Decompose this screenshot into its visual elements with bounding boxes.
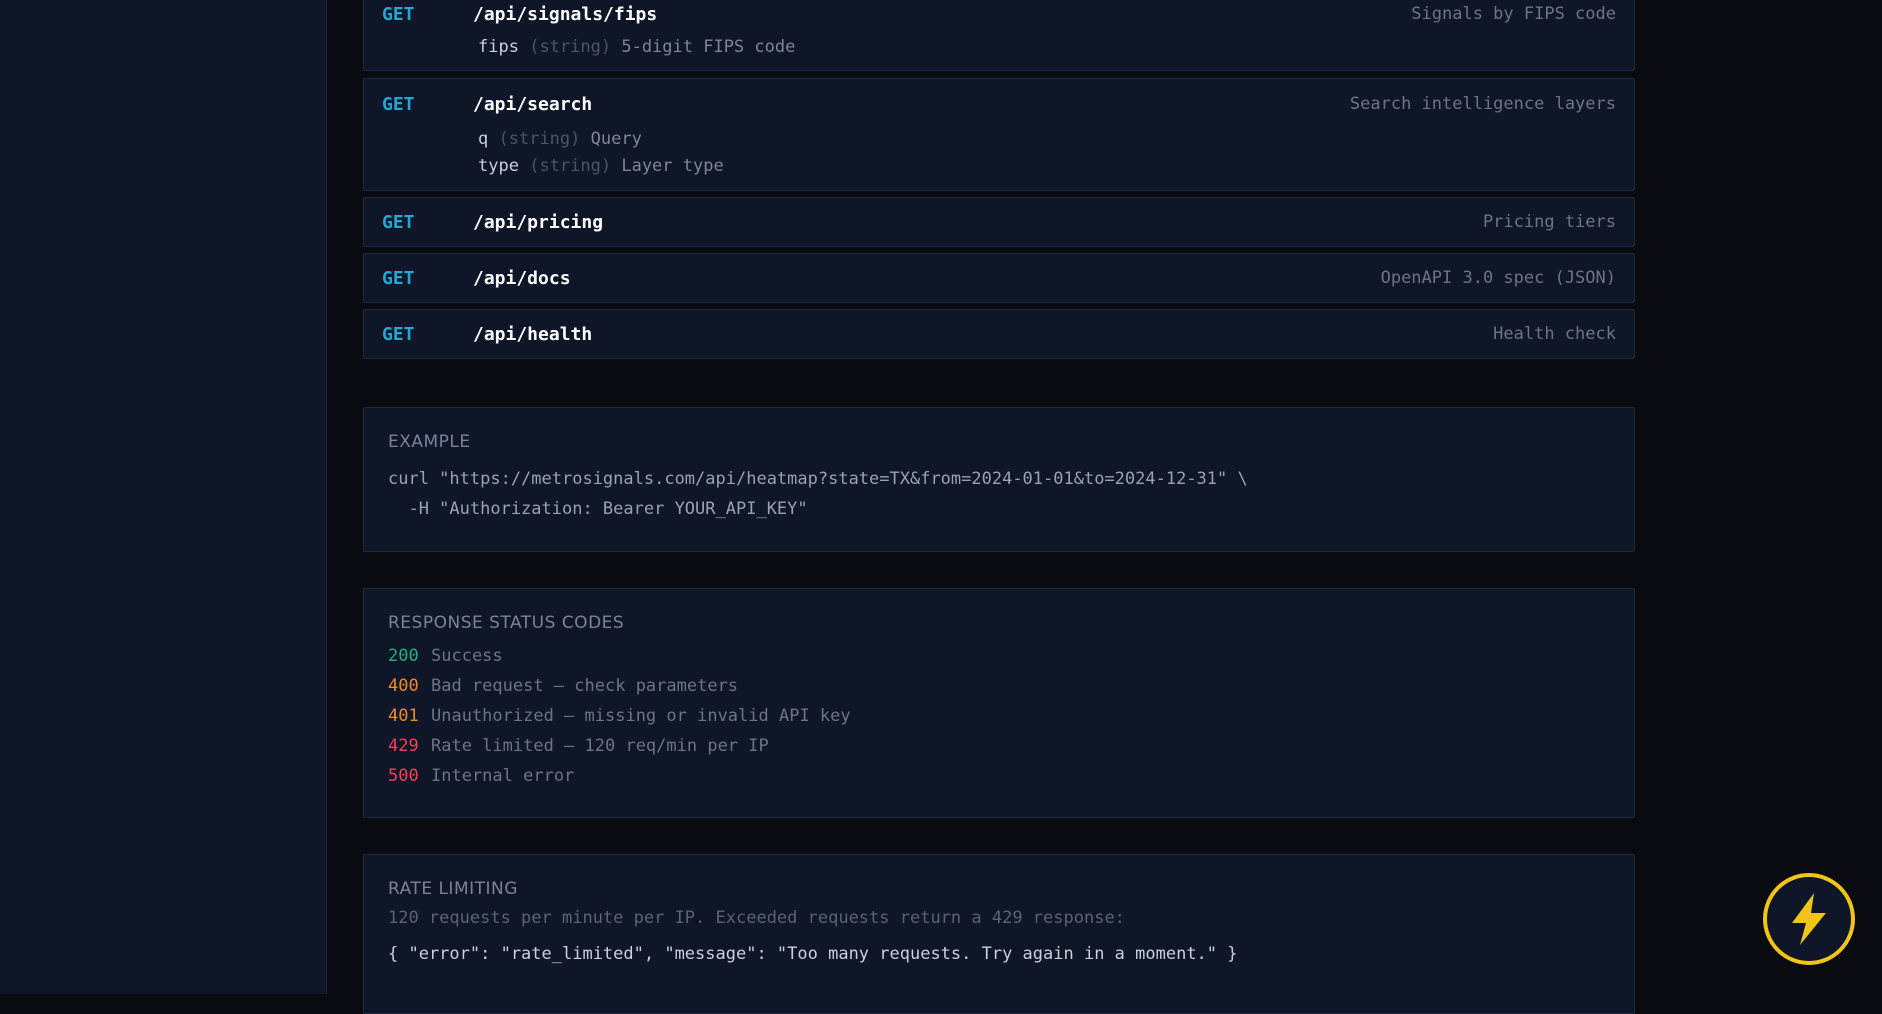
status-row: 429 Rate limited — 120 req/min per IP <box>388 731 1610 761</box>
status-code: 401 <box>388 706 419 726</box>
status-text: Success <box>431 646 503 666</box>
param-row: fips (string) 5-digit FIPS code <box>478 34 795 61</box>
status-row: 200 Success <box>388 641 1610 671</box>
endpoint-path: /api/pricing <box>473 211 604 233</box>
endpoint-description: Signals by FIPS code <box>1411 4 1616 24</box>
param-row: q (string) Query <box>478 126 724 153</box>
status-codes-panel: RESPONSE STATUS CODES 200 Success 400 Bad … <box>363 588 1635 818</box>
panel-title: EXAMPLE <box>388 432 471 452</box>
endpoint-description: Search intelligence layers <box>1349 94 1616 114</box>
sidebar <box>0 0 327 994</box>
status-code: 400 <box>388 676 419 696</box>
param-type: (string) <box>498 129 581 149</box>
panel-title: RESPONSE STATUS CODES <box>388 613 625 633</box>
rate-limit-description: 120 requests per minute per IP. Exceeded… <box>388 908 1125 928</box>
endpoint-card[interactable]: GET /api/docs OpenAPI 3.0 spec (JSON) <box>363 253 1635 303</box>
http-method: GET <box>382 267 415 289</box>
status-code: 500 <box>388 766 419 786</box>
status-text: Internal error <box>431 766 575 786</box>
status-row: 401 Unauthorized — missing or invalid API… <box>388 701 1610 731</box>
http-method: GET <box>382 211 415 233</box>
code-line: -H "Authorization: Bearer YOUR_API_KEY" <box>388 499 808 519</box>
endpoint-path: /api/docs <box>473 267 571 289</box>
param-row: type (string) Layer type <box>478 153 724 180</box>
endpoint-card[interactable]: GET /api/pricing Pricing tiers <box>363 197 1635 247</box>
status-text: Unauthorized — missing or invalid API ke… <box>431 706 851 726</box>
endpoint-description: Pricing tiers <box>1482 212 1616 232</box>
param-description: Query <box>590 129 642 149</box>
quick-action-button[interactable] <box>1763 873 1855 965</box>
status-code: 429 <box>388 736 419 756</box>
rate-limiting-panel: RATE LIMITING 120 requests per minute pe… <box>363 854 1635 1014</box>
http-method: GET <box>382 3 415 25</box>
status-text: Rate limited — 120 req/min per IP <box>431 736 769 756</box>
endpoint-card[interactable]: GET /api/signals/fips Signals by FIPS co… <box>363 0 1635 71</box>
param-type: (string) <box>529 156 612 176</box>
endpoint-path: /api/health <box>473 323 593 345</box>
status-text: Bad request — check parameters <box>431 676 739 696</box>
status-row: 400 Bad request — check parameters <box>388 671 1610 701</box>
code-line: curl "https://metrosignals.com/api/heatm… <box>388 469 1248 489</box>
lightning-bolt-icon <box>1792 893 1826 945</box>
example-panel: EXAMPLE curl "https://metrosignals.com/a… <box>363 407 1635 552</box>
endpoint-description: Health check <box>1493 324 1616 344</box>
param-name: type <box>478 156 519 176</box>
status-row: 500 Internal error <box>388 761 1610 791</box>
panel-title: RATE LIMITING <box>388 879 518 899</box>
param-description: Layer type <box>621 156 724 176</box>
param-description: 5-digit FIPS code <box>621 37 796 57</box>
param-name: q <box>478 129 489 149</box>
endpoint-path: /api/search <box>473 93 593 115</box>
status-code: 200 <box>388 646 419 666</box>
param-type: (string) <box>529 37 612 57</box>
http-method: GET <box>382 323 415 345</box>
http-method: GET <box>382 93 415 115</box>
endpoint-card[interactable]: GET /api/search Search intelligence laye… <box>363 78 1635 191</box>
rate-limit-json: { "error": "rate_limited", "message": "T… <box>388 944 1238 964</box>
endpoint-path: /api/signals/fips <box>473 3 658 25</box>
endpoint-description: OpenAPI 3.0 spec (JSON) <box>1380 268 1616 288</box>
param-name: fips <box>478 37 519 57</box>
endpoint-card[interactable]: GET /api/health Health check <box>363 309 1635 359</box>
